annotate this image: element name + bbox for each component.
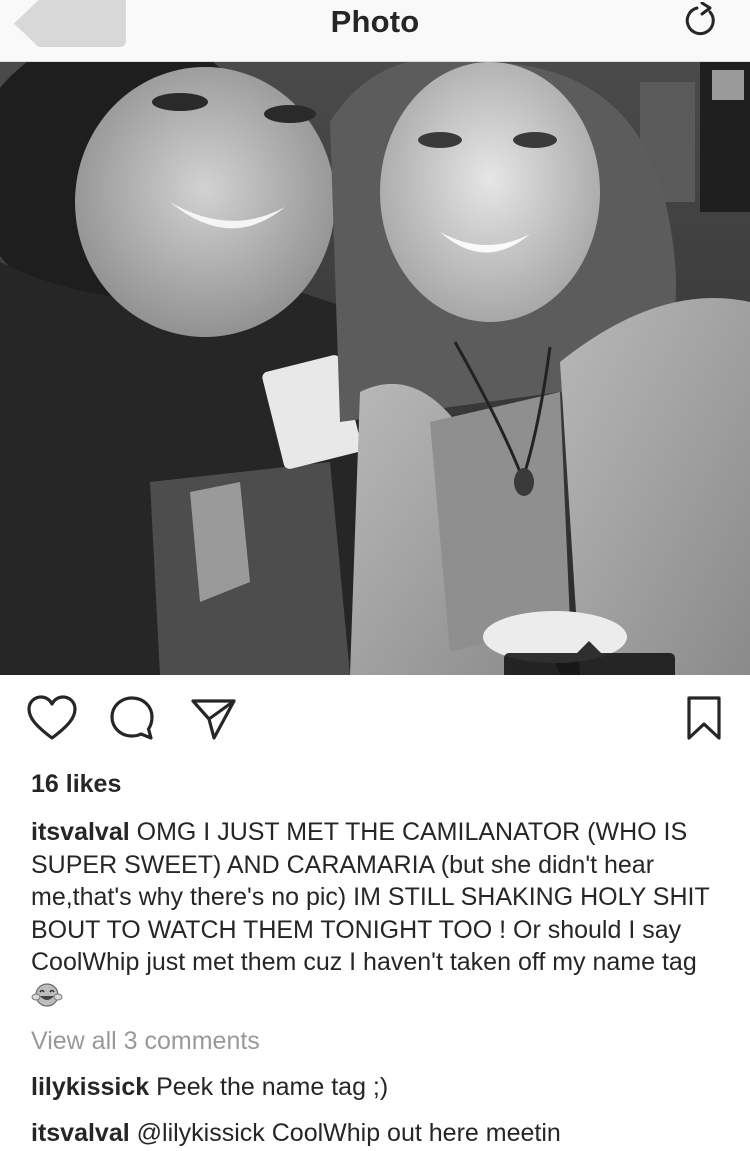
caption-text: OMG I JUST MET THE CAMILANATOR (WHO IS S… xyxy=(31,818,710,976)
comment-item: lilykissick Peek the name tag ;) xyxy=(31,1073,731,1102)
page-title: Photo xyxy=(330,4,420,39)
bookmark-icon[interactable] xyxy=(676,690,732,746)
post-action-bar xyxy=(0,690,750,760)
post-photo[interactable]: camilamtv xyxy=(0,62,750,675)
caption-username[interactable]: itsvalval xyxy=(31,818,130,846)
refresh-icon[interactable] xyxy=(680,1,720,42)
user-tag-label[interactable]: camilamtv xyxy=(504,641,675,675)
view-all-comments-link[interactable]: View all 3 comments xyxy=(31,1027,260,1056)
paper-plane-icon[interactable] xyxy=(185,690,241,746)
comment-username[interactable]: itsvalval xyxy=(31,1119,130,1147)
comment-text: Peek the name tag ;) xyxy=(156,1073,389,1101)
comment-item: itsvalval @lilykissick CoolWhip out here… xyxy=(31,1119,731,1148)
tears-of-joy-emoji-icon xyxy=(31,980,63,1008)
heart-icon[interactable] xyxy=(24,690,80,746)
comment-bubble-icon[interactable] xyxy=(104,690,160,746)
top-navigation-bar: Photo xyxy=(0,0,750,62)
post-caption: itsvalval OMG I JUST MET THE CAMILANATOR… xyxy=(31,816,721,1011)
comment-username[interactable]: lilykissick xyxy=(31,1073,149,1101)
comment-text: @lilykissick CoolWhip out here meetin xyxy=(136,1119,561,1147)
likes-count[interactable]: 16 likes xyxy=(31,770,121,799)
